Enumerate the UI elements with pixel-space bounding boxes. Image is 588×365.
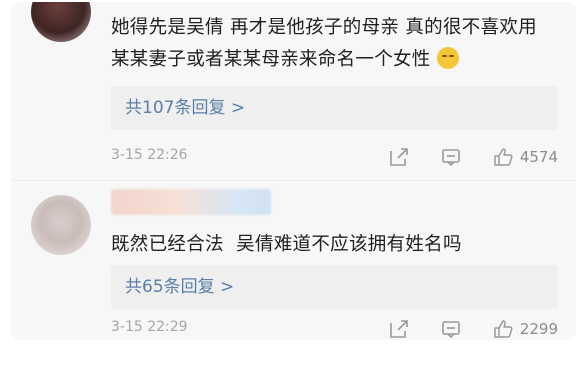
comment-list: 她得先是吴倩 再才是他孩子的母亲 真的很不喜欢用某某妻子或者某某母亲来命名一个女… xyxy=(11,2,576,340)
replies-link[interactable]: 共65条回复 > xyxy=(111,265,558,309)
thumbs-up-icon[interactable] xyxy=(492,318,514,340)
share-icon[interactable] xyxy=(388,318,410,340)
comment-item: 既然已经合法 吴倩难道不应该拥有姓名吗 共65条回复 > 3-15 22:29 … xyxy=(11,180,576,340)
replies-link[interactable]: 共107条回复 > xyxy=(111,86,558,130)
timestamp: 3-15 22:29 xyxy=(111,319,188,335)
comment-item: 她得先是吴倩 再才是他孩子的母亲 真的很不喜欢用某某妻子或者某某母亲来命名一个女… xyxy=(11,2,576,180)
avatar[interactable] xyxy=(31,2,91,42)
comment-meta: 3-15 22:26 4574 xyxy=(111,145,558,169)
like-count: 2299 xyxy=(519,320,558,338)
share-icon[interactable] xyxy=(388,146,410,168)
thumbs-up-icon[interactable] xyxy=(492,146,514,168)
comment-icon[interactable] xyxy=(440,318,462,340)
smile-emoji-icon xyxy=(436,47,459,69)
comment-meta: 3-15 22:29 2299 xyxy=(111,317,558,340)
comment-actions: 4574 xyxy=(388,145,558,169)
avatar[interactable] xyxy=(31,195,91,255)
comment-icon[interactable] xyxy=(440,146,462,168)
like-count: 4574 xyxy=(519,148,558,166)
timestamp: 3-15 22:26 xyxy=(111,147,188,163)
comment-text: 既然已经合法 吴倩难道不应该拥有姓名吗 xyxy=(111,234,462,255)
username[interactable] xyxy=(111,189,271,215)
comment-text: 她得先是吴倩 再才是他孩子的母亲 真的很不喜欢用某某妻子或者某某母亲来命名一个女… xyxy=(111,17,537,70)
comment-actions: 2299 xyxy=(388,317,558,340)
